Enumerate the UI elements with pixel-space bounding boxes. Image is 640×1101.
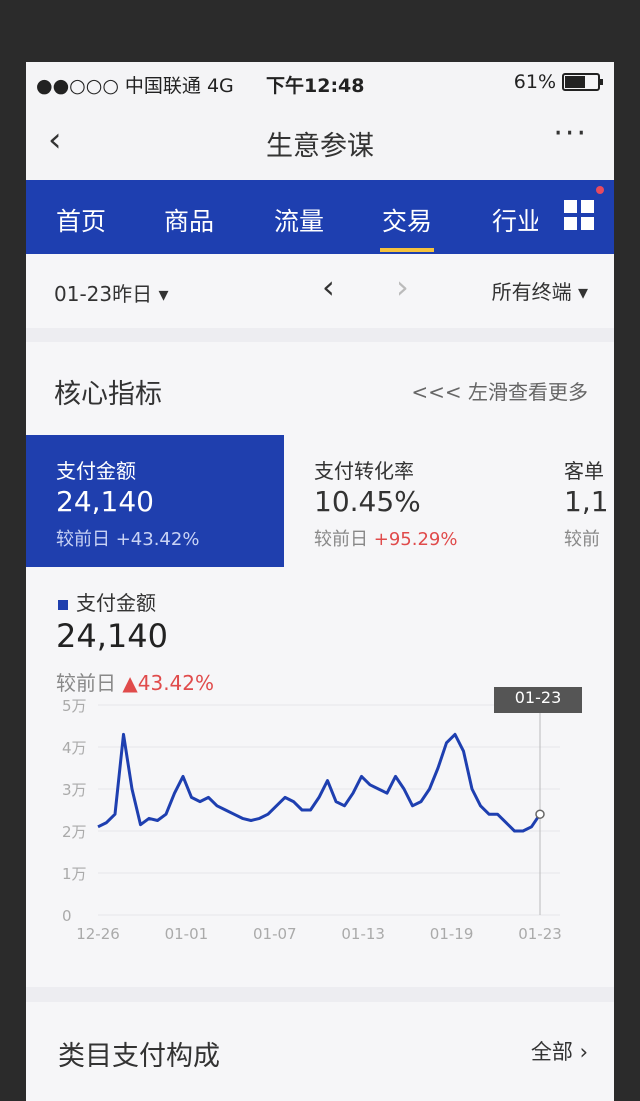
carrier-label: ●●○○○ 中国联通 4G — [36, 75, 234, 97]
metric-payment-amount[interactable]: 支付金额 24,140 较前日 +43.42% — [26, 435, 284, 567]
metric-value: 24,140 — [56, 485, 154, 518]
category-payment-section: 类目支付构成 全部 › — [26, 1002, 614, 1101]
metric-value: 1,1 — [564, 485, 609, 518]
compare-prefix: 较前日 — [314, 529, 374, 550]
y-tick-label: 0 — [62, 907, 72, 925]
x-tick-label: 01-19 — [430, 925, 474, 943]
y-tick-label: 3万 — [62, 781, 87, 799]
metric-label: 支付转化率 — [314, 459, 414, 483]
metric-label: 支付金额 — [56, 459, 136, 483]
terminal-selector[interactable]: 所有终端 ▾ — [492, 276, 588, 305]
metric-compare: 较前日 +43.42% — [56, 529, 200, 550]
tab-products[interactable]: 商品 — [164, 202, 214, 238]
tab-trade[interactable]: 交易 — [379, 202, 435, 252]
tooltip-label: 01-23 — [515, 688, 562, 707]
clock: 下午12:48 — [266, 75, 365, 97]
notification-dot — [596, 186, 604, 194]
tab-home[interactable]: 首页 — [56, 202, 106, 238]
date-filter-bar: 01-23昨日 ▾ ‹ › 所有终端 ▾ — [26, 254, 614, 328]
title-bar: ‹ 生意参谋 ··· — [26, 102, 614, 180]
metric-conversion-rate[interactable]: 支付转化率 10.45% 较前日 +95.29% — [284, 435, 534, 567]
page-title: 生意参谋 — [266, 131, 374, 162]
compare-percent: +95.29% — [373, 529, 458, 550]
status-bar: ●●○○○ 中国联通 4G 下午12:48 61% — [26, 62, 614, 102]
next-day-button[interactable]: › — [396, 268, 409, 306]
x-tick-label: 12-26 — [76, 925, 120, 943]
detail-chart-area: 支付金额 24,140 较前日 ▲43.42% 0 1万 2万 3万 4万 5万 12-26… — [26, 587, 614, 987]
x-tick-label: 01-07 — [253, 925, 297, 943]
y-tick-label: 4万 — [62, 739, 87, 757]
battery-icon — [562, 73, 603, 91]
metric-compare: 较前 — [564, 529, 600, 550]
x-tick-label: 01-01 — [165, 925, 209, 943]
metric-compare: 较前日 +95.29% — [314, 525, 457, 551]
x-tick-label: 01-13 — [341, 925, 385, 943]
tab-bar: 首页 商品 流量 交易 行业 — [26, 180, 614, 254]
last-point — [535, 809, 545, 819]
battery-percent: 61% — [513, 71, 556, 93]
detail-value: 24,140 — [56, 617, 168, 655]
date-selector[interactable]: 01-23昨日 ▾ — [54, 278, 169, 307]
section-title: 核心指标 — [54, 379, 162, 410]
metric-label: 客单 — [564, 459, 604, 483]
line-chart[interactable]: 0 1万 2万 3万 4万 5万 12-26 01-01 01-07 01-13 01-19 01-2… — [26, 687, 614, 947]
grid-menu-icon[interactable] — [564, 200, 594, 230]
phone-screen: ●●○○○ 中国联通 4G 下午12:48 61% ‹ 生意参谋 ··· 首页 … — [26, 62, 614, 1101]
y-tick-label: 1万 — [62, 865, 87, 883]
chart-legend: 支付金额 — [58, 587, 156, 616]
section-title: 类目支付构成 — [58, 1041, 220, 1072]
tab-industry[interactable]: 行业 — [492, 202, 538, 238]
battery-status: 61% — [513, 71, 603, 93]
y-tick-label: 2万 — [62, 823, 87, 841]
prev-day-button[interactable]: ‹ — [322, 268, 335, 306]
more-button[interactable]: ··· — [553, 116, 588, 151]
metric-value: 10.45% — [314, 485, 421, 518]
swipe-hint: <<< 左滑查看更多 — [411, 380, 588, 404]
x-tick-label: 01-23 — [518, 925, 562, 943]
tab-traffic[interactable]: 流量 — [274, 202, 324, 238]
metric-avg-order[interactable]: 客单 1,1 较前 — [534, 435, 614, 567]
view-all-link[interactable]: 全部 › — [531, 1036, 588, 1066]
y-tick-label: 5万 — [62, 697, 87, 715]
core-metrics-card: 核心指标 <<< 左滑查看更多 支付金额 24,140 较前日 +43.42% … — [26, 342, 614, 987]
series-line — [97, 732, 542, 833]
